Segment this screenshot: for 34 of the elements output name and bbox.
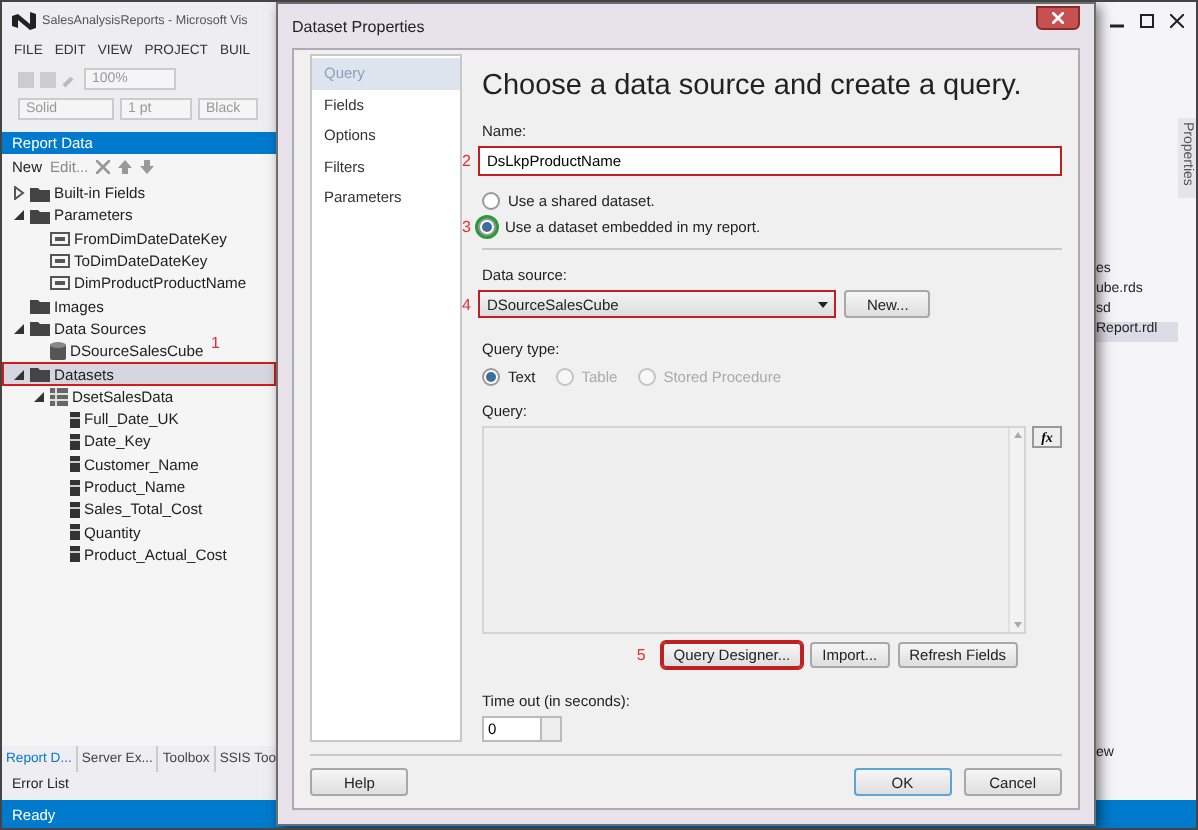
- field-icon: [70, 433, 80, 450]
- expanded-arrow-icon: [12, 321, 26, 336]
- expanded-arrow-icon: [12, 208, 26, 223]
- callout-number: 5: [636, 646, 646, 664]
- down-arrow-icon: [140, 160, 155, 174]
- field-icon: [70, 546, 80, 563]
- query-text-area[interactable]: [482, 426, 1026, 634]
- dialog-title: Dataset Properties: [292, 17, 425, 35]
- callout-number: 2: [462, 152, 471, 170]
- delete-icon: [96, 160, 111, 174]
- collapsed-arrow-icon: [12, 186, 26, 201]
- callout-number: 3: [462, 218, 471, 236]
- up-arrow-icon: [118, 160, 133, 174]
- wrench-icon: [62, 71, 78, 87]
- callout-number: 1: [211, 334, 220, 353]
- database-icon: [50, 342, 66, 361]
- maximize-icon: [1140, 13, 1154, 27]
- table-icon: [50, 387, 68, 406]
- field-icon: [70, 524, 80, 541]
- dialog-heading: Choose a data source and create a query.: [482, 70, 1024, 102]
- scroll-down-icon: [1013, 622, 1021, 628]
- field-icon: [70, 411, 80, 428]
- folder-icon: [30, 366, 50, 383]
- logo-icon: [12, 11, 36, 29]
- field-icon: [70, 456, 80, 473]
- close-icon: [1170, 13, 1184, 27]
- close-icon: [1052, 12, 1064, 24]
- field-icon: [70, 501, 80, 518]
- field-icon: [70, 479, 80, 495]
- scroll-up-icon: [1013, 432, 1021, 438]
- close-button[interactable]: [1036, 6, 1080, 30]
- callout-number: 4: [462, 295, 471, 313]
- spin-buttons[interactable]: [542, 716, 562, 742]
- dropdown-arrow-icon: [818, 301, 829, 307]
